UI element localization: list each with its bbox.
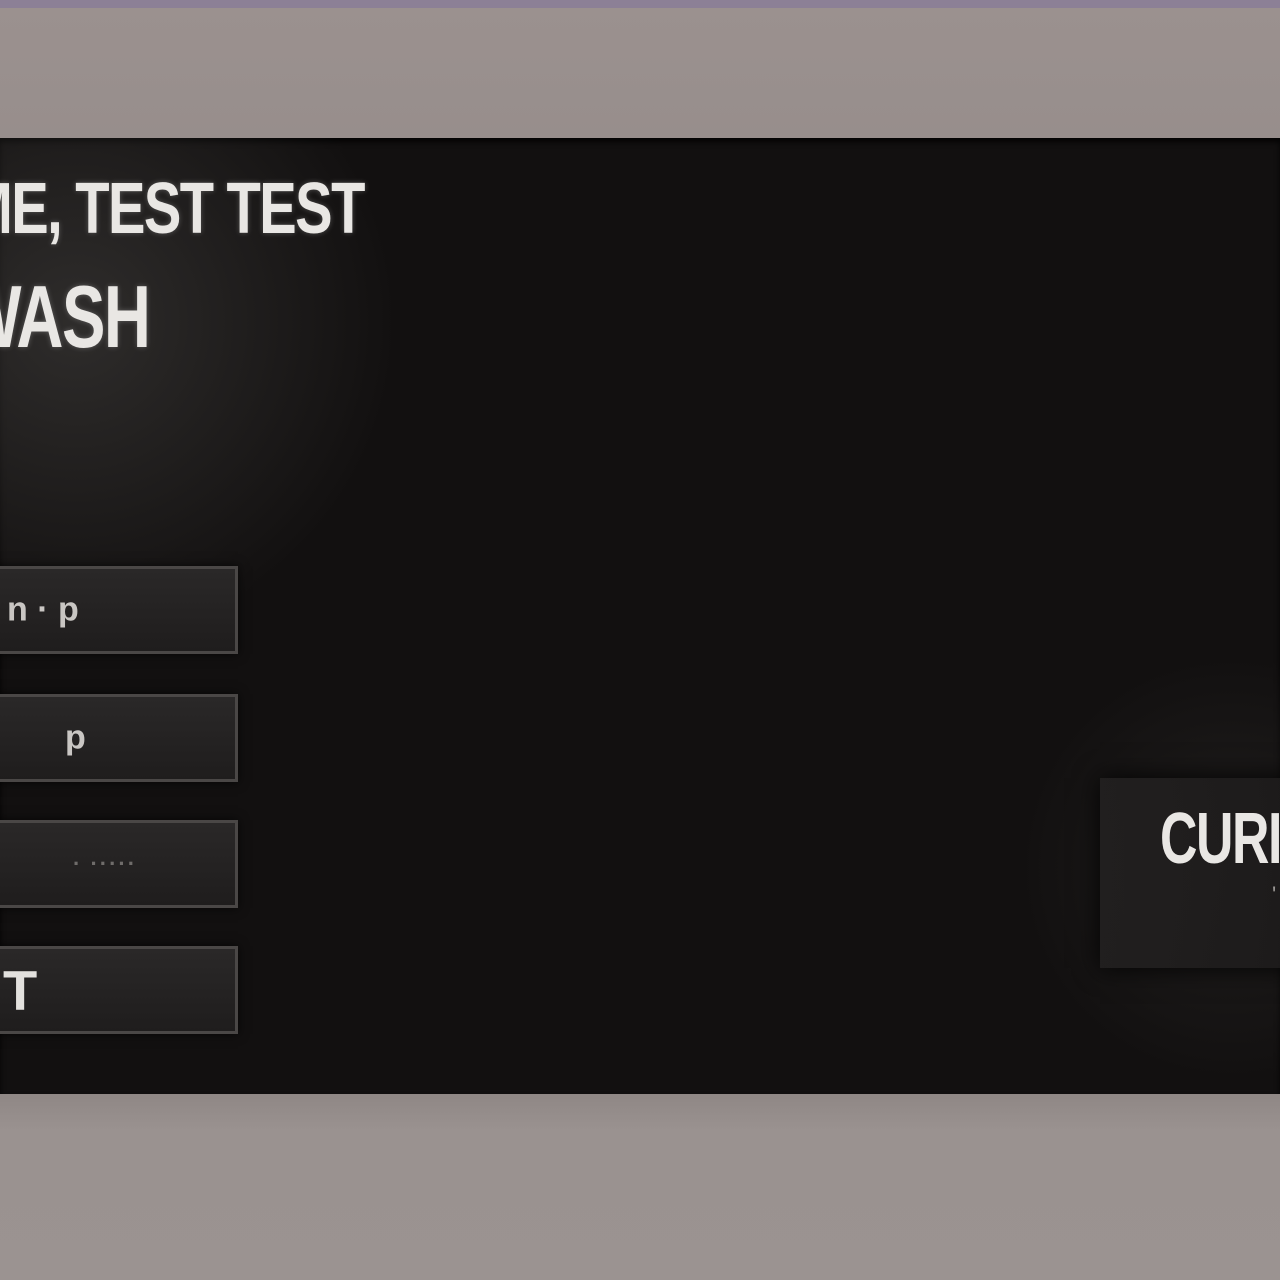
option-button-3[interactable]: · ·····: [0, 820, 238, 908]
option-button-2-label: p: [65, 718, 86, 757]
upper-bezel: [0, 8, 1280, 138]
lower-bezel: [0, 1094, 1280, 1280]
option-button-2[interactable]: p: [0, 694, 238, 782]
option-button-4[interactable]: T: [0, 946, 238, 1034]
top-edge: [0, 0, 1280, 8]
current-panel-title: CURI: [1160, 799, 1280, 879]
option-button-1[interactable]: n · p: [0, 566, 238, 654]
kiosk-screen: ME, TEST TEST WASH n · p p · ····· T CUR…: [0, 138, 1280, 1094]
current-panel-subtitle: ': [1272, 882, 1277, 907]
welcome-heading: ME, TEST TEST: [0, 169, 365, 249]
option-button-3-label: · ·····: [73, 851, 138, 876]
current-panel: CURI ': [1100, 778, 1280, 968]
service-heading: WASH: [0, 267, 151, 366]
option-button-1-label: n · p: [7, 590, 79, 629]
option-button-4-label: T: [3, 958, 38, 1022]
